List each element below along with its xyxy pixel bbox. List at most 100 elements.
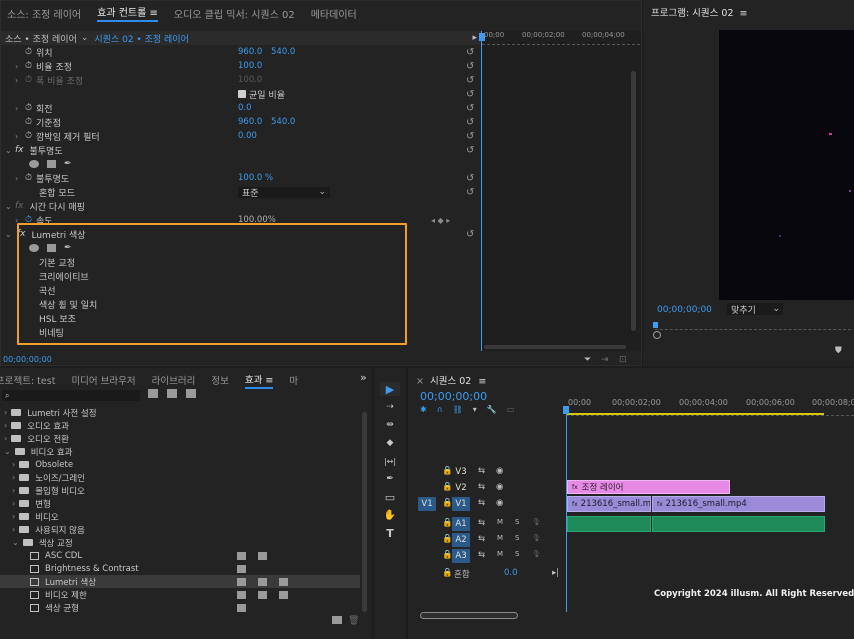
mic-icon[interactable]: 🎙 [532, 518, 541, 526]
ellipse-mask-icon[interactable] [29, 160, 39, 168]
tab-effect-controls[interactable]: 효과 컨트롤 ≡ [97, 4, 158, 22]
sync-lock-icon[interactable]: ⇆ [478, 466, 485, 476]
fx-badge[interactable]: fx [15, 145, 24, 155]
tab-media-browser[interactable]: 미디어 브라우저 [71, 373, 135, 387]
lock-icon[interactable]: 🔒 [442, 498, 453, 508]
horizontal-scrollbar[interactable] [420, 612, 518, 619]
clip-audio-1[interactable] [567, 516, 651, 532]
fit-dropdown[interactable]: 맞추기 ⌄ [727, 303, 783, 316]
tree-item[interactable]: › Obsolete [0, 458, 360, 471]
reset-icon[interactable]: ↺ [466, 47, 474, 58]
wrench-icon[interactable]: 🔧 [487, 405, 497, 417]
marker-icon[interactable]: ▾ [473, 405, 477, 417]
expand-icon[interactable]: › [12, 460, 15, 469]
keyframe-nav[interactable]: ◂ ◆ ▸ [431, 216, 450, 225]
expand-icon[interactable]: › [4, 434, 7, 443]
tree-item[interactable]: › 사용되지 않음 [0, 523, 360, 536]
position-y[interactable]: 540.0 [271, 47, 295, 57]
stopwatch-icon[interactable]: ⏱ [25, 61, 32, 71]
panel-menu-icon[interactable]: ≡ [150, 8, 158, 19]
collapse-icon[interactable]: ⌄ [5, 202, 15, 211]
playhead-icon[interactable] [479, 33, 485, 41]
vertical-scrollbar[interactable] [631, 71, 636, 331]
type-tool[interactable]: T [380, 526, 400, 540]
yuv-filter-icon[interactable] [186, 389, 196, 398]
track-target[interactable]: A2 [452, 533, 470, 547]
reset-icon[interactable]: ↺ [466, 229, 474, 240]
delete-icon[interactable]: 🗑 [348, 616, 359, 626]
export-icon[interactable]: ⇥ [601, 355, 609, 365]
reset-icon[interactable]: ↺ [466, 75, 474, 86]
stopwatch-icon[interactable]: ⏱ [25, 131, 32, 141]
anchor-y[interactable]: 540.0 [271, 117, 295, 127]
anchor-x[interactable]: 960.0 [238, 117, 262, 127]
eye-icon[interactable]: ◉ [496, 498, 503, 508]
checkbox-icon[interactable] [238, 90, 246, 98]
expand-icon[interactable]: › [4, 408, 7, 417]
collapse-icon[interactable]: ⌄ [12, 538, 19, 547]
clip-audio-2[interactable] [652, 516, 825, 532]
effect-item[interactable]: ASC CDL [0, 549, 360, 562]
slip-tool[interactable]: |↔| [380, 454, 400, 468]
search-input[interactable]: ⌕ [2, 390, 140, 401]
pen-tool[interactable]: ✒ [380, 472, 400, 486]
close-icon[interactable]: × [416, 376, 424, 387]
opacity-value[interactable]: 100.0 % [238, 173, 273, 183]
nest-icon[interactable]: ✱ [420, 405, 427, 417]
reset-icon[interactable]: ↺ [466, 173, 474, 184]
eye-icon[interactable]: ◉ [496, 466, 503, 476]
skip-end-icon[interactable]: ▸| [552, 568, 559, 578]
ripple-edit-tool[interactable]: ⇹ [380, 418, 400, 432]
lock-icon[interactable]: 🔒 [442, 466, 453, 476]
panel-menu-icon[interactable]: ≡ [478, 376, 486, 387]
tab-markers[interactable]: 마 [289, 373, 298, 387]
scale-value[interactable]: 100.0 [238, 61, 262, 71]
play-only-icon[interactable]: ▸ [472, 33, 477, 43]
mic-icon[interactable]: 🎙 [532, 534, 541, 542]
lock-icon[interactable]: 🔒 [442, 550, 453, 560]
snap-icon[interactable]: ∩ [437, 405, 443, 417]
track-target[interactable]: V1 [452, 497, 470, 511]
effect-item[interactable]: Brightness & Contrast [0, 562, 360, 575]
sync-lock-icon[interactable]: ⇆ [478, 498, 485, 508]
pen-mask-icon[interactable]: ✒ [64, 159, 72, 169]
new-bin-icon[interactable] [332, 616, 342, 624]
reset-icon[interactable]: ↺ [466, 61, 474, 72]
panel-menu-icon[interactable]: ≡ [265, 375, 273, 386]
mute-button[interactable]: M [497, 518, 503, 526]
expand-icon[interactable]: › [15, 174, 25, 183]
lock-icon[interactable]: 🔒 [442, 568, 453, 578]
tree-item[interactable]: › 오디오 효과 [0, 419, 360, 432]
rotation-value[interactable]: 0.0 [238, 103, 252, 113]
stopwatch-icon[interactable]: ⏱ [25, 103, 32, 113]
reset-icon[interactable]: ↺ [466, 89, 474, 100]
more-panels-button[interactable]: » [360, 371, 367, 384]
mute-button[interactable]: M [497, 550, 503, 558]
reset-icon[interactable]: ↺ [466, 117, 474, 128]
program-timecode[interactable]: 00;00;00;00 [657, 305, 712, 315]
collapse-icon[interactable]: ⌄ [5, 230, 15, 239]
stopwatch-icon[interactable]: ⏱ [25, 117, 32, 127]
horizontal-scrollbar[interactable] [484, 345, 626, 349]
timeline-timecode[interactable]: 00;00;00;00 [420, 390, 487, 403]
solo-button[interactable]: S [515, 534, 519, 542]
solo-button[interactable]: S [515, 550, 519, 558]
blend-mode-select[interactable]: 표준 ⌄ [238, 186, 330, 199]
clip-selector[interactable]: 소스 • 조정 레이어 [5, 32, 77, 45]
stopwatch-icon[interactable]: ⏱ [25, 47, 32, 57]
settings-icon[interactable]: ⛊ [835, 346, 842, 356]
expand-icon[interactable]: › [12, 473, 15, 482]
razor-tool[interactable]: ◆ [380, 436, 400, 450]
tree-item[interactable]: › 오디오 전환 [0, 432, 360, 445]
bottom-timecode[interactable]: 00;00;00;00 [3, 355, 52, 364]
selection-tool[interactable]: ▶ [380, 382, 400, 396]
stopwatch-icon[interactable]: ⏱ [25, 173, 32, 183]
vertical-scrollbar[interactable] [362, 412, 367, 612]
hand-tool[interactable]: ✋ [380, 508, 400, 522]
program-title[interactable]: 프로그램: 시퀀스 02 ≡ [651, 5, 748, 19]
tab-source[interactable]: 소스: 조정 레이어 [7, 6, 81, 21]
sync-lock-icon[interactable]: ⇆ [478, 518, 485, 528]
solo-button[interactable]: S [515, 518, 519, 526]
expand-icon[interactable]: › [12, 486, 15, 495]
lock-icon[interactable]: 🔒 [442, 534, 453, 544]
